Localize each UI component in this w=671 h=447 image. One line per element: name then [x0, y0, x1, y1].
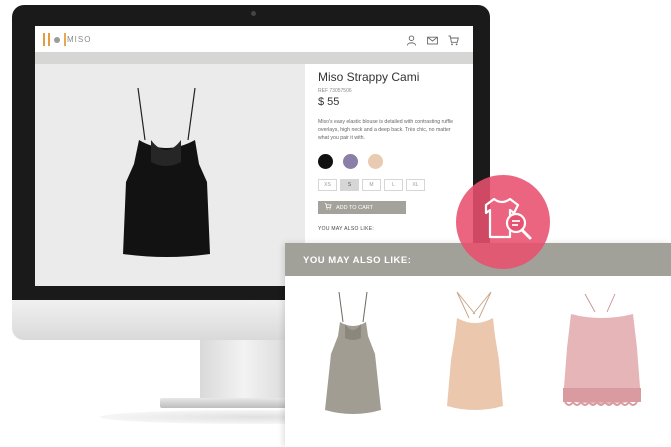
product-image[interactable]	[35, 64, 305, 286]
product-description: Miso's easy elastic blouse is detailed w…	[318, 119, 453, 141]
user-icon[interactable]	[406, 33, 417, 46]
recommended-product[interactable]	[315, 288, 395, 423]
mail-icon[interactable]	[427, 33, 438, 45]
tshirt-search-icon	[484, 197, 532, 240]
color-swatches	[318, 154, 468, 169]
pink-cami-image	[563, 293, 641, 406]
color-swatch-black[interactable]	[318, 154, 333, 169]
size-selector: XS S M L XL	[318, 179, 468, 191]
size-option[interactable]: M	[362, 179, 381, 191]
taupe-cami-image	[325, 291, 381, 414]
logo-text: MISO	[67, 35, 92, 44]
recommended-product[interactable]	[557, 288, 647, 423]
add-to-cart-label: ADD TO CART	[336, 204, 373, 211]
size-option[interactable]: XL	[406, 179, 425, 191]
product-details: Miso Strappy Cami REF 73057506 $ 55 Miso…	[318, 70, 468, 232]
color-swatch-purple[interactable]	[343, 154, 358, 169]
webcam	[251, 11, 256, 16]
recommendations-title: YOU MAY ALSO LIKE:	[303, 255, 412, 266]
product-price: $ 55	[318, 96, 340, 108]
header-strip	[35, 52, 473, 64]
product-title: Miso Strappy Cami	[318, 70, 420, 84]
cart-icon	[324, 203, 332, 212]
size-option[interactable]: S	[340, 179, 359, 191]
logo-dot	[54, 36, 60, 43]
black-cami-image	[123, 87, 210, 257]
add-to-cart-button[interactable]: ADD TO CART	[318, 201, 406, 214]
visual-search-badge[interactable]	[456, 175, 550, 269]
peach-cami-image	[447, 291, 503, 410]
size-option[interactable]: L	[384, 179, 403, 191]
color-swatch-nude[interactable]	[368, 154, 383, 169]
store-header: MISO	[35, 26, 473, 52]
header-icons	[406, 33, 459, 46]
recommendations-panel: YOU MAY ALSO LIKE:	[285, 243, 671, 447]
logo-bar	[64, 33, 66, 46]
store-logo[interactable]	[43, 33, 66, 46]
also-like-label: YOU MAY ALSO LIKE:	[318, 226, 375, 232]
cart-icon[interactable]	[448, 33, 459, 46]
recommended-product[interactable]	[435, 288, 515, 423]
logo-bar	[48, 33, 50, 46]
size-option[interactable]: XS	[318, 179, 337, 191]
product-ref: REF 73057506	[318, 88, 352, 94]
logo-bar	[43, 33, 45, 46]
